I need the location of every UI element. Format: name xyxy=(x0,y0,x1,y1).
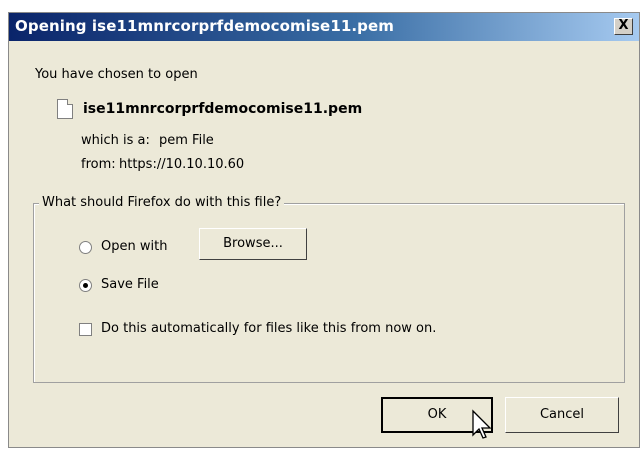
mouse-pointer-icon xyxy=(472,409,492,439)
window-title: Opening ise11mnrcorprfdemocomise11.pem xyxy=(15,17,395,35)
dialog-window: Opening ise11mnrcorprfdemocomise11.pem X… xyxy=(8,12,640,448)
file-type-label: which is a: xyxy=(81,133,150,148)
save-file-label[interactable]: Save File xyxy=(101,277,159,292)
title-bar[interactable]: Opening ise11mnrcorprfdemocomise11.pem X xyxy=(9,13,639,41)
action-groupbox xyxy=(33,203,625,383)
auto-action-checkbox[interactable] xyxy=(79,323,92,336)
close-icon: X xyxy=(618,18,629,33)
save-file-radio[interactable] xyxy=(79,279,92,292)
browse-button-label: Browse... xyxy=(223,236,283,251)
close-button[interactable]: X xyxy=(614,18,633,35)
intro-text: You have chosen to open xyxy=(35,67,198,82)
file-type-value: pem File xyxy=(159,133,214,148)
open-with-label[interactable]: Open with xyxy=(101,239,167,254)
file-source-label: from: xyxy=(81,157,116,172)
file-icon xyxy=(57,99,73,119)
file-source-value: https://10.10.10.60 xyxy=(119,157,245,172)
action-group-legend: What should Firefox do with this file? xyxy=(39,195,285,210)
cancel-button[interactable]: Cancel xyxy=(505,397,619,433)
browse-button[interactable]: Browse... xyxy=(199,228,307,260)
open-with-radio[interactable] xyxy=(79,241,92,254)
cancel-button-label: Cancel xyxy=(539,407,585,422)
auto-action-label[interactable]: Do this automatically for files like thi… xyxy=(101,321,436,336)
file-name: ise11mnrcorprfdemocomise11.pem xyxy=(83,101,363,117)
